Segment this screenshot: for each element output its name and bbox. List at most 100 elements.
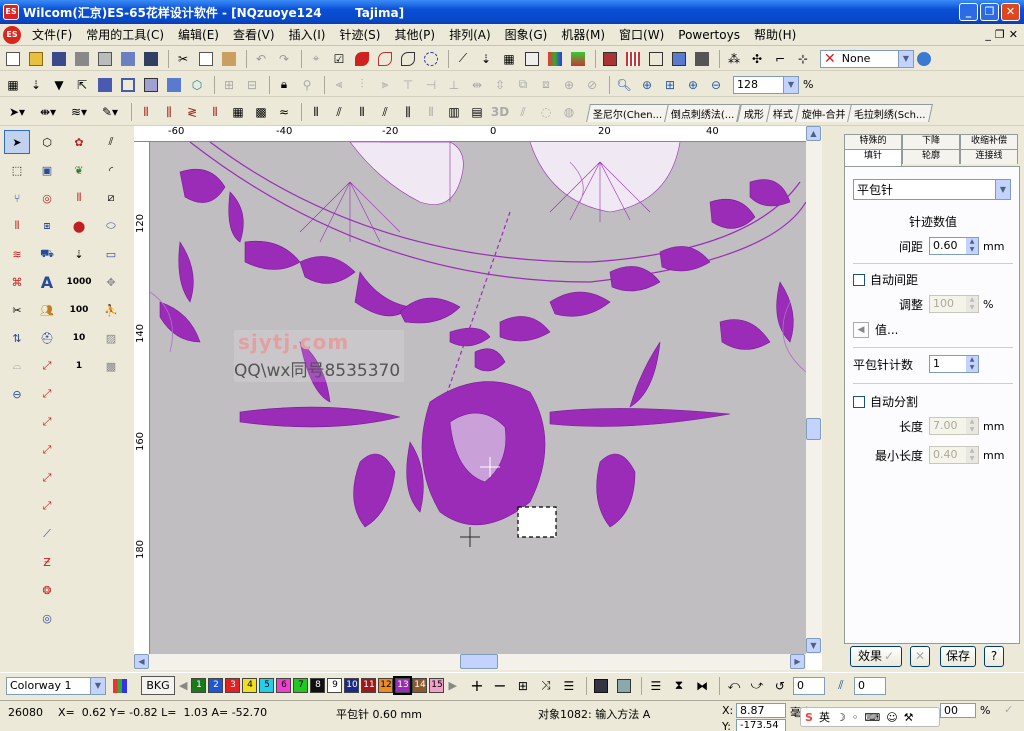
fill-icon[interactable]: ▼ — [49, 75, 69, 95]
thread-icon[interactable]: ⊞ — [513, 676, 533, 696]
color-swatch[interactable]: 11 — [361, 678, 377, 693]
menu-logo-icon[interactable]: ES — [3, 25, 21, 44]
align-left-icon[interactable]: ⫷ — [329, 75, 349, 95]
new-file-icon[interactable] — [3, 49, 23, 69]
menu-insert[interactable]: 插入(I) — [282, 26, 333, 43]
user-icon[interactable]: ☺ — [886, 711, 897, 724]
x-field[interactable]: 8.87 — [736, 703, 786, 718]
group-icon[interactable]: ⧉ — [513, 75, 533, 95]
align-right-icon[interactable]: ⫸ — [375, 75, 395, 95]
menu-edit[interactable]: 编辑(E) — [171, 26, 226, 43]
lettering-icon[interactable]: A — [34, 270, 60, 294]
ime-toolbar[interactable]: S 英 ☽ ◦ ⌨ ☺ ⚒ — [800, 707, 940, 727]
save-icon[interactable] — [49, 49, 69, 69]
outline-view-icon[interactable] — [118, 75, 138, 95]
color-list-icon[interactable]: ☰ — [559, 676, 579, 696]
zoom-fit-icon[interactable]: ⊕ — [637, 75, 657, 95]
running-stitch-icon[interactable]: ⤢ — [34, 354, 60, 378]
reshape-tool-icon[interactable]: ⇼▾ — [34, 102, 62, 122]
pointer-fill-icon[interactable]: ⇱ — [72, 75, 92, 95]
pixel-icon[interactable] — [623, 49, 643, 69]
texture-b-icon[interactable]: ▩ — [98, 354, 124, 378]
check-icon[interactable]: ☑ — [329, 49, 349, 69]
zoom-box-icon[interactable] — [646, 49, 666, 69]
send-machine-icon[interactable] — [141, 49, 161, 69]
stitch-a-icon[interactable]: ⦀ — [306, 102, 326, 122]
grid-toggle-icon[interactable]: ▦ — [3, 75, 23, 95]
spin-arrows-icon[interactable]: ▲ ▼ — [966, 238, 978, 254]
stitch-line-e-icon[interactable]: ⤢ — [34, 494, 60, 518]
paste-icon[interactable] — [219, 49, 239, 69]
arc-icon[interactable]: ◜ — [98, 158, 124, 182]
color-film-icon[interactable] — [545, 49, 565, 69]
slant-icon[interactable]: ⫽ — [831, 676, 851, 696]
menu-other[interactable]: 其他(P) — [387, 26, 442, 43]
wave-fill-icon[interactable]: ≈ — [274, 102, 294, 122]
tab-inverse[interactable]: 倒点刺绣法(... — [664, 104, 742, 122]
show-bitmap-icon[interactable] — [614, 676, 634, 696]
break-icon[interactable]: ⊘ — [582, 75, 602, 95]
satin-leaf-icon[interactable] — [375, 49, 395, 69]
z-stitch-icon[interactable]: Ƶ — [34, 550, 60, 574]
copy-icon[interactable] — [196, 49, 216, 69]
stitch-c-icon[interactable]: ⦀ — [352, 102, 372, 122]
palette-left-icon[interactable]: ◀ — [179, 679, 187, 692]
swap-color-icon[interactable]: ⤨ — [536, 676, 556, 696]
cancel-icon[interactable]: ✕ — [910, 646, 930, 667]
moon-icon[interactable]: ☽ — [836, 711, 846, 724]
color-swatch[interactable]: 9 — [327, 678, 343, 693]
pen-tool-icon[interactable]: ✎▾ — [96, 102, 124, 122]
3d-button[interactable]: 3D — [490, 102, 510, 122]
stitch-line-b-icon[interactable]: ⤢ — [34, 410, 60, 434]
globe-icon[interactable] — [914, 49, 934, 69]
monogram-1000-icon[interactable]: 1000 — [66, 270, 92, 294]
color-swatch[interactable]: 5 — [259, 678, 275, 693]
puzzle-icon[interactable]: ✥ — [98, 270, 124, 294]
mdi-close-button[interactable]: ✕ — [1009, 28, 1018, 41]
zoom-minus-icon[interactable]: ⊖ — [706, 75, 726, 95]
rotate-right-icon[interactable]: ⤻ — [747, 676, 767, 696]
stitch-e-icon[interactable]: ⫼ — [398, 102, 418, 122]
stitch-b-icon[interactable]: ⫽ — [329, 102, 349, 122]
align-center-icon[interactable]: ⫶ — [352, 75, 372, 95]
colorway-select[interactable]: Colorway 1 ▼ — [6, 676, 106, 695]
adjust-field[interactable]: 100 ▲ ▼ — [929, 295, 979, 313]
rotate-angle-icon[interactable]: ↺ — [770, 676, 790, 696]
color-swatch[interactable]: 14 — [412, 678, 428, 693]
target-icon[interactable]: ◎ — [34, 186, 60, 210]
effect-button[interactable]: 效果 ✓ — [850, 646, 902, 667]
rotate-field[interactable]: 0 — [792, 676, 825, 695]
open-file-icon[interactable] — [26, 49, 46, 69]
bitmap-view-icon[interactable] — [164, 75, 184, 95]
color-swatch[interactable]: 4 — [242, 678, 258, 693]
menu-arrange[interactable]: 排列(A) — [442, 26, 498, 43]
updown-icon[interactable]: ⇅ — [4, 326, 30, 350]
spin-arrows-icon[interactable]: ▲ ▼ — [966, 447, 978, 463]
mirror-h-icon[interactable]: ⧗ — [669, 676, 689, 696]
color-swatch[interactable]: 2 — [208, 678, 224, 693]
branch-icon[interactable]: ⑂ — [4, 186, 30, 210]
palette-right-icon[interactable]: ▶ — [448, 679, 456, 692]
space-h-icon[interactable]: ⇹ — [467, 75, 487, 95]
stitch-tool-icon[interactable]: ⇣ — [476, 49, 496, 69]
satin-icon[interactable]: ⫼ — [159, 102, 179, 122]
needle-icon[interactable]: ⇣ — [26, 75, 46, 95]
spin-arrows-icon[interactable]: ▲ ▼ — [966, 296, 978, 312]
lock-icon[interactable]: 🔒︎ — [274, 75, 294, 95]
count-field[interactable]: 1 ▲ ▼ — [929, 355, 979, 373]
tatami-icon[interactable]: ⦀ — [136, 102, 156, 122]
reshape-icon[interactable]: ⌖ — [306, 49, 326, 69]
undo-icon[interactable]: ↶ — [251, 49, 271, 69]
tab-special[interactable]: 特殊的 — [844, 134, 902, 149]
horizontal-scroll-thumb[interactable] — [460, 654, 498, 669]
monogram-1-icon[interactable]: 1 — [66, 354, 92, 378]
pin-icon[interactable]: ⬤ — [66, 214, 92, 238]
tab-merge[interactable]: 旋伸-合并 — [794, 104, 853, 122]
scroll-left-button[interactable]: ◀ — [134, 654, 149, 669]
mdi-minimize-button[interactable]: _ — [985, 28, 991, 41]
spin-arrows-icon[interactable]: ▲ ▼ — [966, 356, 978, 372]
restore-button[interactable]: ❐ — [980, 3, 999, 21]
camera-icon[interactable] — [591, 676, 611, 696]
needle-point-icon[interactable]: ⇣ — [66, 242, 92, 266]
bus-icon[interactable]: ⛟ — [34, 242, 60, 266]
